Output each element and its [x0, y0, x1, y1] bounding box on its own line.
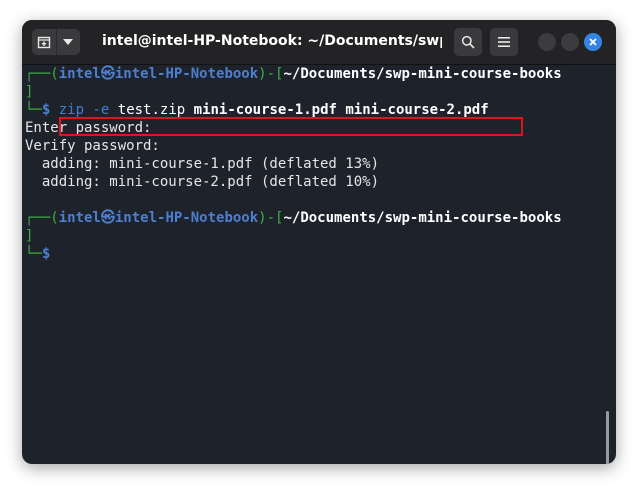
prompt-path: ~/Documents/swp-mini-course-books [283, 66, 562, 82]
prompt-line-1: ┌──(intel㉿intel-HP-Notebook)-[~/Document… [25, 65, 562, 83]
prompt-at-symbol: ㉿ [100, 210, 115, 226]
prompt-corner: ┌──( [25, 66, 59, 82]
command-highlight-box [59, 117, 523, 136]
terminal-content[interactable]: ┌──(intel㉿intel-HP-Notebook)-[~/Document… [22, 65, 616, 464]
new-tab-button[interactable] [32, 29, 57, 55]
scrollbar[interactable] [606, 411, 609, 464]
prompt-user: intel [58, 66, 101, 82]
command-name: zip [58, 102, 85, 118]
prompt-separator: )-[ [258, 210, 284, 226]
new-tab-icon [37, 36, 50, 49]
search-icon [461, 35, 475, 49]
prompt-bracket: ] [25, 228, 34, 244]
prompt-at-symbol: ㉿ [100, 66, 115, 82]
prompt-corner: ┌──( [25, 210, 59, 226]
prompt-bar-2: ] [25, 227, 33, 245]
close-icon [589, 38, 597, 46]
output-line: adding: mini-course-1.pdf (deflated 13%) [25, 156, 380, 172]
hamburger-menu-button[interactable] [490, 28, 518, 56]
prompt-dollar: $ [41, 246, 51, 262]
command-file-2: mini-course-2.pdf [345, 102, 489, 118]
prompt-dollar: $ [41, 102, 51, 118]
output-line: adding: mini-course-2.pdf (deflated 10%) [25, 174, 380, 190]
prompt-path: ~/Documents/swp-mini-course-books [283, 210, 562, 226]
command-file-1: mini-course-1.pdf [193, 102, 337, 118]
prompt-host: intel-HP-Notebook [114, 66, 259, 82]
new-tab-split-button [32, 29, 80, 55]
minimize-button[interactable] [538, 33, 556, 51]
search-button[interactable] [454, 28, 482, 56]
prompt-bracket: ] [25, 84, 34, 100]
command-flag: -e [92, 102, 110, 118]
command-line-2[interactable]: └─$ [25, 245, 50, 263]
prompt-bar-1: ] [25, 83, 33, 101]
tab-menu-dropdown-button[interactable] [57, 29, 81, 55]
prompt-corner-bottom: └─ [25, 246, 42, 262]
title-bar: intel@intel-HP-Notebook: ~/Documents/swp… [22, 20, 616, 65]
output-line: Verify password: [25, 138, 160, 154]
hamburger-menu-icon [498, 37, 510, 47]
terminal-window: intel@intel-HP-Notebook: ~/Documents/swp… [22, 20, 616, 464]
prompt-corner-bottom: └─ [25, 102, 42, 118]
window-title: intel@intel-HP-Notebook: ~/Documents/swp… [102, 33, 442, 49]
maximize-button[interactable] [561, 33, 579, 51]
prompt-user: intel [58, 210, 101, 226]
close-button[interactable] [584, 33, 602, 51]
command-archive: test.zip [117, 102, 186, 118]
chevron-down-icon [63, 39, 74, 45]
prompt-separator: )-[ [258, 66, 284, 82]
prompt-line-2: ┌──(intel㉿intel-HP-Notebook)-[~/Document… [25, 209, 562, 227]
prompt-host: intel-HP-Notebook [114, 210, 259, 226]
